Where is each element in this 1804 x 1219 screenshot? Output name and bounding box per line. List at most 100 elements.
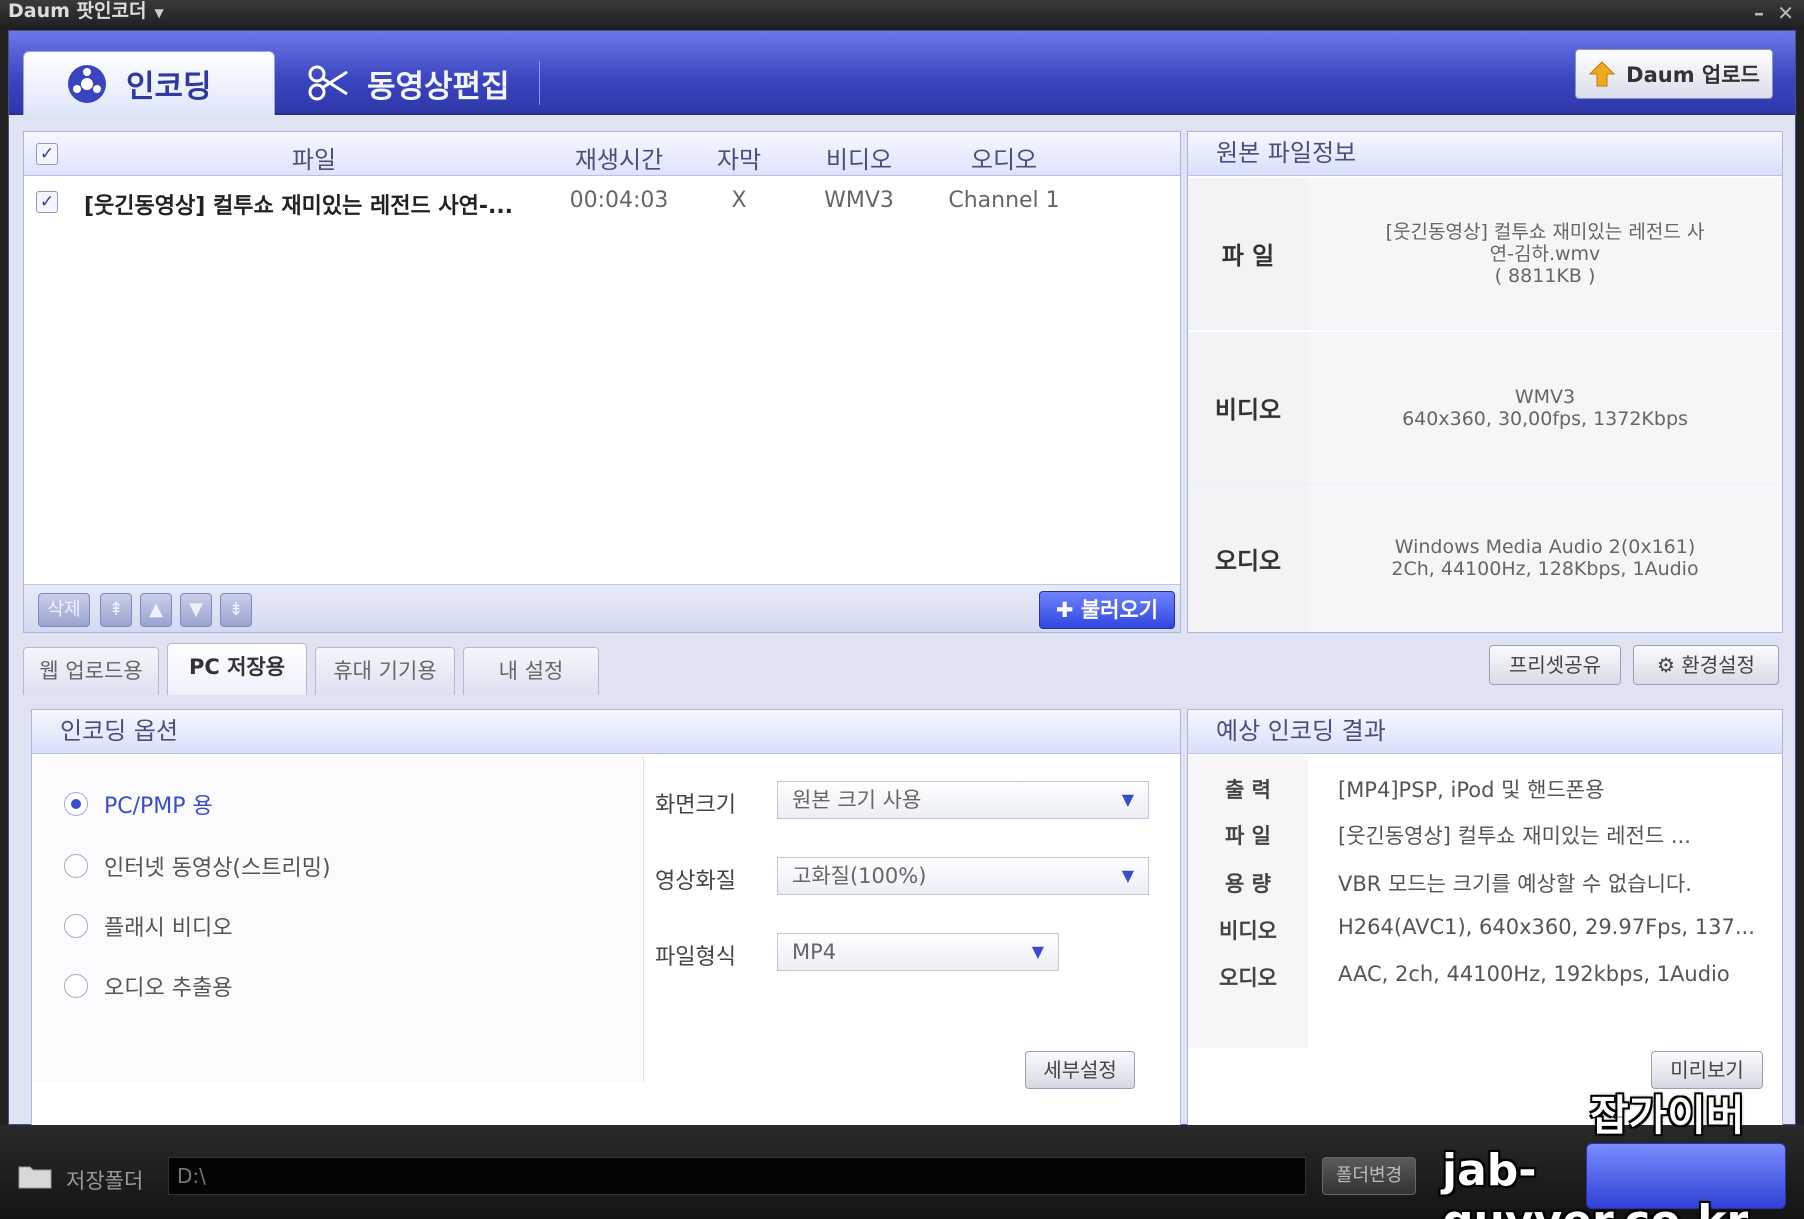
file-list-header: ✓ 파일 재생시간 자막 비디오 오디오 xyxy=(24,132,1180,176)
tab-separator xyxy=(539,61,540,105)
result-audio-label: 오디오 xyxy=(1219,966,1277,990)
radio-audio-extract[interactable]: 오디오 추출용 xyxy=(64,968,232,1004)
delete-button[interactable]: 삭제 xyxy=(38,593,90,627)
source-file-value: [웃긴동영상] 컬투쇼 재미있는 레전드 사 연-김하.wmv ( 8811KB… xyxy=(1308,178,1782,329)
radio-pc-pmp-button[interactable] xyxy=(64,792,88,816)
result-audio-value: AAC, 2ch, 44100Hz, 192kbps, 1Audio xyxy=(1338,962,1730,986)
col-file[interactable]: 파일 xyxy=(84,140,544,175)
source-audio-value: Windows Media Audio 2(0x161) 2Ch, 44100H… xyxy=(1308,484,1782,632)
source-info-title: 원본 파일정보 xyxy=(1188,132,1782,176)
save-folder-label: 저장폴더 xyxy=(66,1169,144,1193)
chevron-down-icon: ▼ xyxy=(1031,942,1044,961)
file-subtitle: X xyxy=(731,188,747,213)
source-audio-label: 오디오 xyxy=(1188,484,1308,632)
screen-size-select[interactable]: 원본 크기 사용 ▼ xyxy=(777,781,1149,819)
file-row[interactable]: ✓ [웃긴동영상] 컬투쇼 재미있는 레전드 사연-... 00:04:03 X… xyxy=(24,180,1180,226)
fetch-files-button[interactable]: ✚ 불러오기 xyxy=(1039,591,1175,629)
select-all-checkbox[interactable]: ✓ xyxy=(36,143,58,165)
chevron-down-icon: ▼ xyxy=(1121,790,1134,809)
source-audio-line2: 2Ch, 44100Hz, 128Kbps, 1Audio xyxy=(1391,558,1699,580)
fetch-label: 불러오기 xyxy=(1080,598,1159,622)
result-row-size: 용 량 VBR 모드는 크기를 예상할 수 없습니다. xyxy=(1188,868,1782,908)
main-tab-header: 인코딩 동영상편집 Daum 업로드 xyxy=(9,31,1795,115)
change-folder-button[interactable]: 폴더변경 xyxy=(1322,1157,1416,1195)
encoding-options-title: 인코딩 옵션 xyxy=(32,710,1180,754)
file-name: [웃긴동영상] 컬투쇼 재미있는 레전드 사연-... xyxy=(84,194,514,219)
col-subtitle[interactable]: 자막 xyxy=(689,140,789,175)
radio-audio-extract-label: 오디오 추출용 xyxy=(104,976,233,1001)
move-bottom-icon[interactable]: ⇟ xyxy=(220,593,252,627)
source-video-value: WMV3 640x360, 30,00fps, 1372Kbps xyxy=(1308,332,1782,483)
quality-value: 고화질(100%) xyxy=(792,864,927,888)
move-down-icon[interactable]: ▼ xyxy=(180,593,212,627)
watermark-url: jab-guyver.co.kr xyxy=(1442,1145,1748,1219)
file-duration: 00:04:03 xyxy=(569,188,669,213)
folder-icon xyxy=(18,1166,52,1189)
tab-encoding-label: 인코딩 xyxy=(126,69,212,105)
source-video-line2: 640x360, 30,00fps, 1372Kbps xyxy=(1402,407,1688,430)
settings-button[interactable]: ⚙ 환경설정 xyxy=(1633,645,1779,685)
col-audio[interactable]: 오디오 xyxy=(929,140,1079,175)
radio-pc-pmp[interactable]: PC/PMP 용 xyxy=(64,786,213,822)
source-file-size: ( 8811KB ) xyxy=(1494,264,1596,287)
result-row-audio: 오디오 AAC, 2ch, 44100Hz, 192kbps, 1Audio xyxy=(1188,962,1782,1002)
tab-mobile-device[interactable]: 휴대 기기용 xyxy=(315,647,455,695)
screen-size-value: 원본 크기 사용 xyxy=(792,788,922,812)
title-bar: Daum 팟인코더 ▼ – ✕ xyxy=(0,0,1804,30)
save-path-input[interactable]: D:\ xyxy=(168,1157,1306,1195)
tab-pc-storage[interactable]: PC 저장용 xyxy=(167,643,307,695)
move-up-icon[interactable]: ▲ xyxy=(140,593,172,627)
radio-streaming-label: 인터넷 동영상(스트리밍) xyxy=(104,856,331,881)
source-video-label: 비디오 xyxy=(1188,332,1308,483)
source-info-panel: 원본 파일정보 파 일 [웃긴동영상] 컬투쇼 재미있는 레전드 사 연-김하.… xyxy=(1187,131,1783,633)
close-icon[interactable]: ✕ xyxy=(1777,2,1794,24)
detail-settings-button[interactable]: 세부설정 xyxy=(1025,1051,1135,1089)
tab-encoding[interactable]: 인코딩 xyxy=(23,51,275,115)
result-row-file: 파 일 [웃긴동영상] 컬투쇼 재미있는 레전드 ... xyxy=(1188,820,1782,860)
result-file-label: 파 일 xyxy=(1225,824,1271,848)
tab-video-edit[interactable]: 동영상편집 xyxy=(295,51,555,115)
plus-icon: ✚ xyxy=(1055,598,1081,622)
daum-upload-button[interactable]: Daum 업로드 xyxy=(1575,49,1773,99)
result-video-value: H264(AVC1), 640x360, 29.97Fps, 137... xyxy=(1338,915,1755,939)
file-video: WMV3 xyxy=(824,188,894,213)
file-list-toolbar: 삭제 ⇞ ▲ ▼ ⇟ ✚ 불러오기 xyxy=(24,584,1180,632)
move-top-icon[interactable]: ⇞ xyxy=(100,593,132,627)
main-window: 인코딩 동영상편집 Daum 업로드 ✓ 파일 재생시간 자막 비디오 오디오 xyxy=(8,30,1796,1129)
tab-video-edit-label: 동영상편집 xyxy=(367,68,510,105)
title-menu-caret-icon[interactable]: ▼ xyxy=(154,6,163,20)
radio-audio-extract-button[interactable] xyxy=(64,974,88,998)
format-select[interactable]: MP4 ▼ xyxy=(777,933,1059,971)
result-video-label: 비디오 xyxy=(1219,919,1277,943)
tab-web-upload[interactable]: 웹 업로드용 xyxy=(23,647,159,695)
chevron-down-icon: ▼ xyxy=(1121,866,1134,885)
result-output-value: [MP4]PSP, iPod 및 핸드폰용 xyxy=(1338,778,1605,802)
screen-size-label: 화면크기 xyxy=(655,793,736,818)
radio-streaming[interactable]: 인터넷 동영상(스트리밍) xyxy=(64,848,331,884)
tab-my-settings[interactable]: 내 설정 xyxy=(463,647,599,695)
source-file-row: 파 일 [웃긴동영상] 컬투쇼 재미있는 레전드 사 연-김하.wmv ( 88… xyxy=(1188,178,1782,330)
radio-flash-video-label: 플래시 비디오 xyxy=(104,916,233,941)
app-title: Daum 팟인코더 xyxy=(8,0,147,22)
quality-label: 영상화질 xyxy=(655,869,736,894)
source-video-row: 비디오 WMV3 640x360, 30,00fps, 1372Kbps xyxy=(1188,332,1782,484)
radio-flash-video-button[interactable] xyxy=(64,914,88,938)
result-size-value: VBR 모드는 크기를 예상할 수 없습니다. xyxy=(1338,872,1692,896)
col-video[interactable]: 비디오 xyxy=(789,140,929,175)
daum-upload-label: Daum 업로드 xyxy=(1626,63,1760,87)
source-file-name-line1: [웃긴동영상] 컬투쇼 재미있는 레전드 사 xyxy=(1385,220,1705,243)
radio-streaming-button[interactable] xyxy=(64,854,88,878)
radio-flash-video[interactable]: 플래시 비디오 xyxy=(64,908,232,944)
result-row-output: 출 력 [MP4]PSP, iPod 및 핸드폰용 xyxy=(1188,774,1782,814)
settings-label: 환경설정 xyxy=(1681,653,1755,677)
encoding-preset-radios: PC/PMP 용 인터넷 동영상(스트리밍) 플래시 비디오 오디오 추출용 xyxy=(32,756,644,1082)
encoding-options-panel: 인코딩 옵션 PC/PMP 용 인터넷 동영상(스트리밍) 플래시 비디오 오디… xyxy=(31,709,1181,1129)
preset-share-button[interactable]: 프리셋공유 xyxy=(1489,645,1621,685)
minimize-icon[interactable]: – xyxy=(1754,2,1764,24)
upload-arrow-icon xyxy=(1588,61,1616,87)
file-row-checkbox[interactable]: ✓ xyxy=(36,191,58,213)
format-value: MP4 xyxy=(792,940,837,964)
col-duration[interactable]: 재생시간 xyxy=(549,140,689,175)
quality-select[interactable]: 고화질(100%) ▼ xyxy=(777,857,1149,895)
file-list-panel: ✓ 파일 재생시간 자막 비디오 오디오 ✓ [웃긴동영상] 컬투쇼 재미있는 … xyxy=(23,131,1181,633)
